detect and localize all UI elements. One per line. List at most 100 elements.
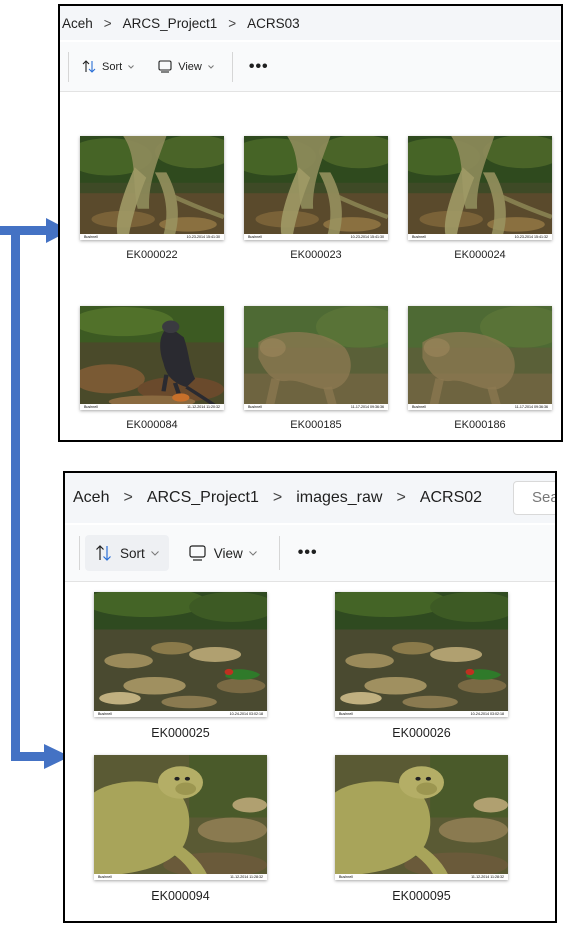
timestamp-label: 11-12-2014 11:28:32 xyxy=(471,875,504,879)
chevron-right-icon: > xyxy=(228,15,237,31)
camera-stamp: Bushnell 11-17-2014 09:36:36 xyxy=(408,404,552,410)
chevron-down-icon xyxy=(207,64,214,69)
camera-stamp: Bushnell 11-12-2014 11:28:32 xyxy=(335,874,508,880)
toolbar-divider xyxy=(278,536,280,570)
file-tile[interactable]: Bushnell 10-24-2014 03:02:18 EK000026 xyxy=(335,592,508,742)
file-name-label: EK000025 xyxy=(151,726,210,740)
camera-brand-label: Bushnell xyxy=(84,405,98,409)
toolbar-divider xyxy=(79,536,80,570)
camera-stamp: Bushnell 10-24-2014 03:02:18 xyxy=(335,711,508,717)
image-thumbnail[interactable]: Bushnell 11-17-2014 09:36:36 xyxy=(408,306,552,410)
chevron-right-icon: > xyxy=(396,489,406,506)
file-tile[interactable]: Bushnell 11-12-2014 11:20:32 EK000084 xyxy=(80,306,224,435)
timestamp-label: 10-24-2014 03:02:18 xyxy=(470,712,504,716)
file-tile[interactable]: Bushnell 10-24-2014 03:02:18 EK000025 xyxy=(94,592,267,742)
file-explorer-window-acrs03: Aceh > ARCS_Project1 > ACRS03 Sort View … xyxy=(58,4,563,442)
search-input[interactable]: Search xyxy=(513,481,555,515)
command-bar: Sort View ••• xyxy=(65,525,555,582)
chevron-down-icon xyxy=(128,64,135,69)
toolbar-divider xyxy=(231,51,233,82)
camera-stamp: Bushnell 11-12-2014 11:28:32 xyxy=(94,874,267,880)
timestamp-label: 11-12-2014 11:20:32 xyxy=(187,405,220,409)
breadcrumb-item-aceh[interactable]: Aceh xyxy=(62,16,93,31)
timestamp-label: 10-23-2014 15:41:32 xyxy=(514,235,548,239)
camera-brand-label: Bushnell xyxy=(412,235,426,239)
camera-brand-label: Bushnell xyxy=(248,235,262,239)
file-tile[interactable]: Bushnell 11-17-2014 09:36:36 EK000186 xyxy=(408,306,552,435)
timestamp-label: 10-24-2014 03:02:18 xyxy=(229,712,263,716)
chevron-down-icon xyxy=(248,550,257,556)
timestamp-label: 11-12-2014 11:28:32 xyxy=(230,875,263,879)
camera-brand-label: Bushnell xyxy=(84,235,98,239)
file-name-label: EK000185 xyxy=(290,419,342,431)
breadcrumb-item-project[interactable]: ARCS_Project1 xyxy=(123,16,218,31)
breadcrumb-item-aceh[interactable]: Aceh xyxy=(73,489,109,507)
breadcrumb: Aceh > ARCS_Project1 > ACRS03 xyxy=(60,6,561,40)
command-bar: Sort View ••• xyxy=(60,42,561,92)
more-options-button[interactable]: ••• xyxy=(243,58,275,76)
view-button[interactable]: View xyxy=(150,49,222,85)
chevron-right-icon: > xyxy=(103,15,112,31)
view-icon xyxy=(189,545,206,561)
breadcrumb-item-folder[interactable]: ACRS03 xyxy=(247,16,300,31)
breadcrumb-item-project[interactable]: ARCS_Project1 xyxy=(147,489,259,507)
file-tile[interactable]: Bushnell 10-23-2014 15:41:32 EK000024 xyxy=(408,136,552,265)
view-button[interactable]: View xyxy=(179,535,267,571)
image-thumbnail[interactable]: Bushnell 10-24-2014 03:02:18 xyxy=(335,592,508,717)
view-label: View xyxy=(178,60,202,73)
chevron-right-icon: > xyxy=(272,489,283,506)
breadcrumb: Aceh > ARCS_Project1 > images_raw > ACRS… xyxy=(65,473,555,523)
timestamp-label: 11-17-2014 09:36:36 xyxy=(514,405,548,409)
file-name-label: EK000022 xyxy=(126,249,178,261)
chevron-right-icon: > xyxy=(123,489,133,506)
file-name-label: EK000026 xyxy=(392,726,451,740)
file-name-label: EK000024 xyxy=(454,249,506,261)
file-tile[interactable]: Bushnell 11-17-2014 09:36:36 EK000185 xyxy=(244,306,388,435)
file-tile[interactable]: Bushnell 10-23-2014 15:41:30 EK000023 xyxy=(244,136,388,265)
sort-button[interactable]: Sort xyxy=(85,535,169,571)
timestamp-label: 10-23-2014 15:41:30 xyxy=(350,235,384,239)
more-options-button[interactable]: ••• xyxy=(292,544,324,562)
camera-stamp: Bushnell 11-17-2014 09:36:36 xyxy=(244,404,388,410)
image-thumbnail[interactable]: Bushnell 11-12-2014 11:20:32 xyxy=(80,306,224,410)
sort-icon xyxy=(82,60,96,73)
camera-brand-label: Bushnell xyxy=(98,712,112,716)
image-thumbnail[interactable]: Bushnell 11-12-2014 11:28:32 xyxy=(335,755,508,880)
file-name-label: EK000084 xyxy=(126,419,178,431)
image-thumbnail[interactable]: Bushnell 10-23-2014 15:41:30 xyxy=(244,136,388,240)
camera-brand-label: Bushnell xyxy=(339,712,353,716)
timestamp-label: 10-23-2014 15:41:30 xyxy=(186,235,220,239)
sort-label: Sort xyxy=(120,545,145,561)
file-name-label: EK000094 xyxy=(151,889,210,903)
sort-icon xyxy=(95,545,112,561)
file-name-label: EK000023 xyxy=(290,249,342,261)
file-explorer-window-acrs02: Aceh > ARCS_Project1 > images_raw > ACRS… xyxy=(63,471,557,923)
breadcrumb-item-folder[interactable]: ACRS02 xyxy=(420,489,482,507)
file-name-label: EK000095 xyxy=(392,889,451,903)
camera-brand-label: Bushnell xyxy=(412,405,426,409)
camera-brand-label: Bushnell xyxy=(248,405,262,409)
timestamp-label: 11-17-2014 09:36:36 xyxy=(350,405,384,409)
view-label: View xyxy=(213,545,243,561)
view-icon xyxy=(158,60,172,73)
file-name-label: EK000186 xyxy=(454,419,506,431)
file-tile[interactable]: Bushnell 10-23-2014 15:41:30 EK000022 xyxy=(80,136,224,265)
camera-stamp: Bushnell 11-12-2014 11:20:32 xyxy=(80,404,224,410)
camera-stamp: Bushnell 10-24-2014 03:02:18 xyxy=(94,711,267,717)
image-thumbnail[interactable]: Bushnell 10-23-2014 15:41:32 xyxy=(408,136,552,240)
chevron-down-icon xyxy=(150,550,159,556)
sort-button[interactable]: Sort xyxy=(74,49,142,85)
image-thumbnail[interactable]: Bushnell 10-23-2014 15:41:30 xyxy=(80,136,224,240)
breadcrumb-item-images-raw[interactable]: images_raw xyxy=(296,489,382,507)
camera-stamp: Bushnell 10-23-2014 15:41:32 xyxy=(408,234,552,240)
image-thumbnail[interactable]: Bushnell 11-12-2014 11:28:32 xyxy=(94,755,267,880)
image-thumbnail[interactable]: Bushnell 11-17-2014 09:36:36 xyxy=(244,306,388,410)
camera-stamp: Bushnell 10-23-2014 15:41:30 xyxy=(80,234,224,240)
image-thumbnail[interactable]: Bushnell 10-24-2014 03:02:18 xyxy=(94,592,267,717)
file-tile[interactable]: Bushnell 11-12-2014 11:28:32 EK000095 xyxy=(335,755,508,905)
camera-stamp: Bushnell 10-23-2014 15:41:30 xyxy=(244,234,388,240)
toolbar-divider xyxy=(68,52,69,82)
camera-brand-label: Bushnell xyxy=(339,875,353,879)
sort-label: Sort xyxy=(102,60,123,73)
file-tile[interactable]: Bushnell 11-12-2014 11:28:32 EK000094 xyxy=(94,755,267,905)
